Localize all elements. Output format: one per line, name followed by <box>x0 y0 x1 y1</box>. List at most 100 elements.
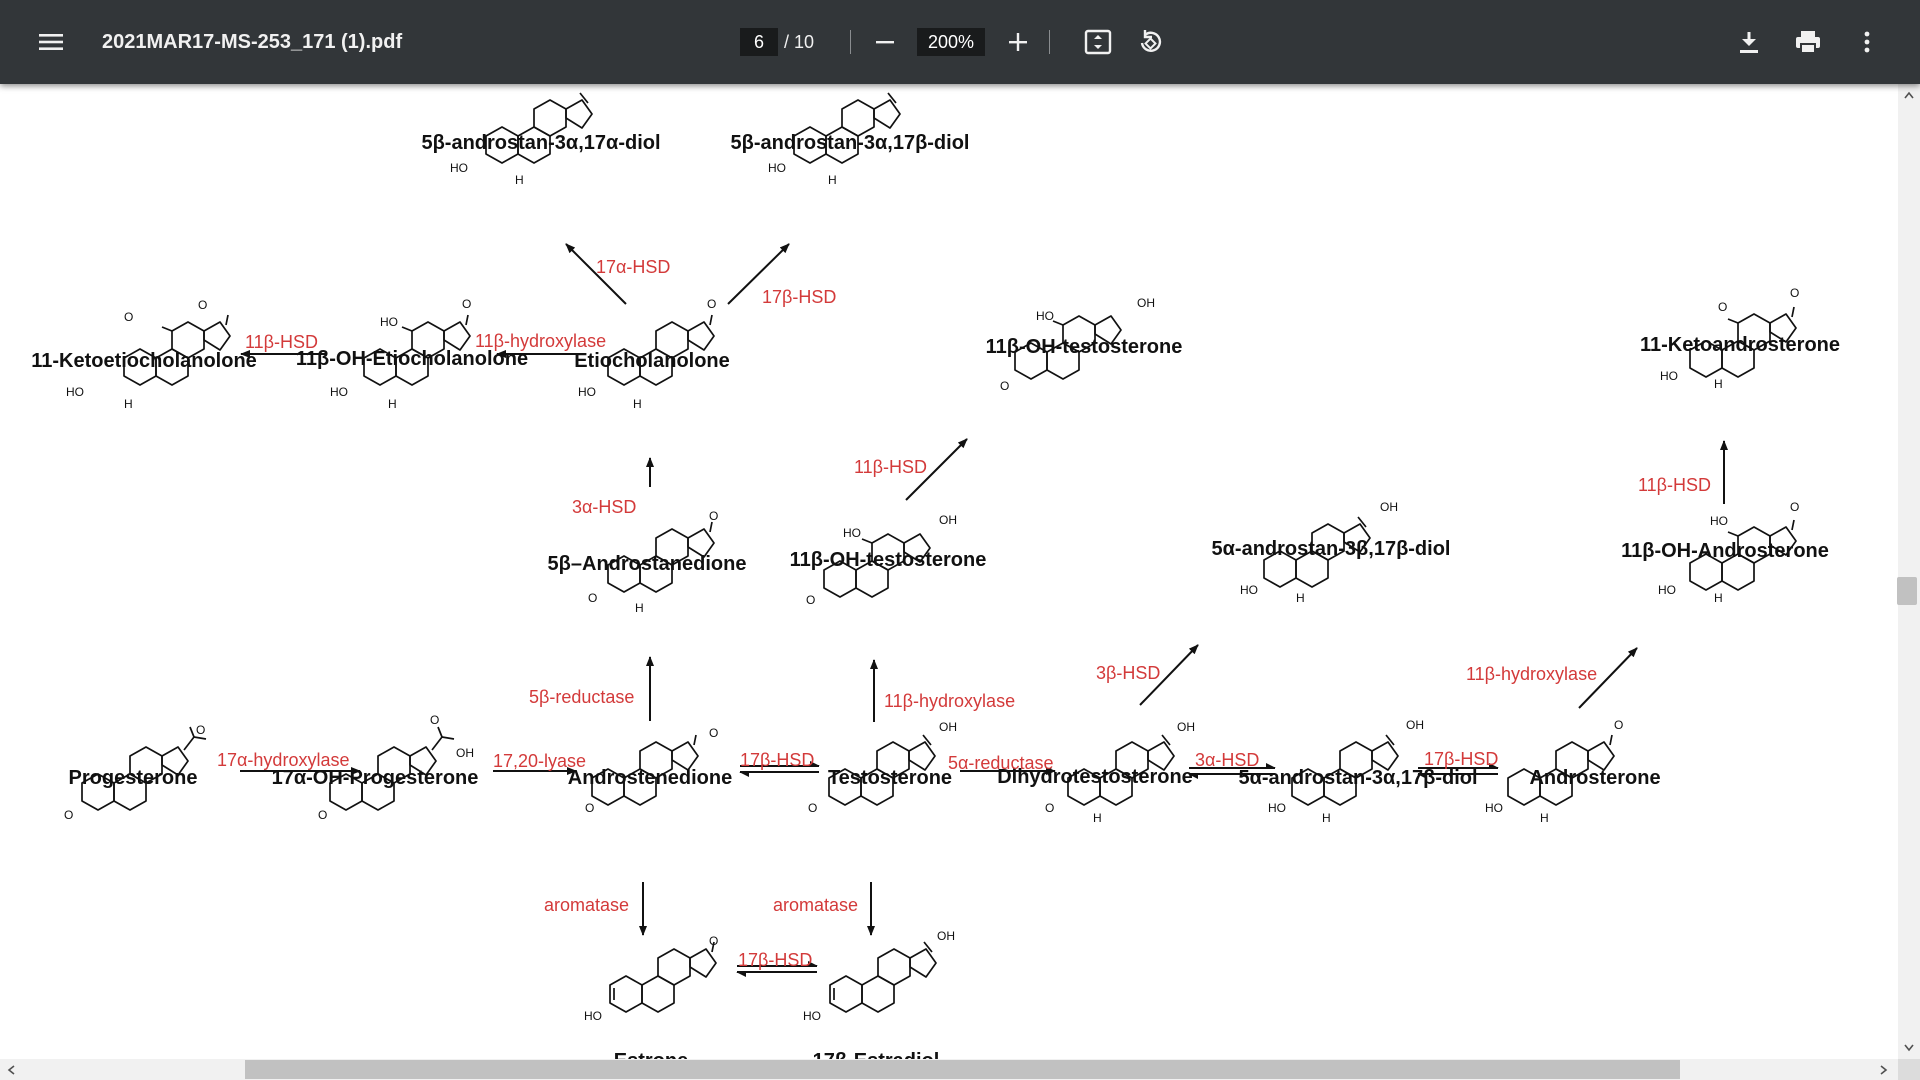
molecule-oh_andro: 11β-OH-Androsterone HO O HO H <box>1621 500 1829 605</box>
pdf-viewport[interactable]: 5β-androstan-3α,17α-diolOHHOH5β-androsta… <box>0 84 1898 1059</box>
molecule-prog: Progesterone O O <box>64 723 207 822</box>
atom-label: OH <box>1177 720 1195 734</box>
atom-label: O <box>430 713 439 727</box>
enzyme-label: 17β-HSD <box>762 287 836 307</box>
molecule-keto_andro: 11-Ketoandrosterone O O HO H <box>1640 286 1840 391</box>
reaction-r18: aromatase <box>544 882 647 936</box>
atom-label: O <box>318 808 327 822</box>
scroll-up-arrow[interactable] <box>1901 87 1917 103</box>
more-options-icon[interactable] <box>1843 18 1891 66</box>
molecule-a17b: 5β-androstan-3α,17β-diolOHHOH <box>731 92 969 187</box>
print-icon[interactable] <box>1784 18 1832 66</box>
compound-name: Etiocholanolone <box>574 350 730 372</box>
atom-label: HO <box>1485 801 1503 815</box>
atom-label: H <box>828 173 837 187</box>
atom-label: O <box>1718 300 1727 314</box>
atom-label: O <box>585 801 594 815</box>
atom-label: OH <box>1406 718 1424 732</box>
atom-label: HO <box>1036 309 1054 323</box>
atom-label: HO <box>1240 583 1258 597</box>
atom-label: HO <box>1710 514 1728 528</box>
atom-label: HO <box>330 385 348 399</box>
menu-icon[interactable] <box>27 18 75 66</box>
enzyme-label: 3α-HSD <box>572 497 636 517</box>
download-icon[interactable] <box>1725 18 1773 66</box>
compound-name: 11β-OH-testosterone <box>790 549 987 571</box>
enzyme-label: 11β-HSD <box>1638 475 1711 495</box>
compound-name: Estrone <box>614 1050 688 1059</box>
vertical-scrollbar[interactable] <box>1898 84 1920 1059</box>
molecule-dione: Androstenedione O O <box>568 726 732 815</box>
atom-label: HO <box>584 1009 602 1023</box>
atom-label: O <box>462 297 471 311</box>
atom-label: H <box>1714 591 1723 605</box>
molecule-testo: Testosterone OH O <box>808 720 957 815</box>
molecule-a3b17b: 5α-androstan-3β,17β-diol OH HO H <box>1212 500 1451 605</box>
atom-label: H <box>635 601 644 615</box>
molecule-oht_top: 11β-OH-testosterone HO OH O <box>986 296 1183 393</box>
enzyme-label: 17α-hydroxylase <box>217 750 349 770</box>
atom-label: O <box>1000 379 1009 393</box>
atom-label: O <box>588 591 597 605</box>
scroll-right-arrow[interactable] <box>1876 1062 1892 1078</box>
atom-label: O <box>1045 801 1054 815</box>
atom-label: O <box>1790 286 1799 300</box>
atom-label: O <box>124 310 133 324</box>
page-number-input[interactable]: 6 <box>740 28 778 56</box>
compound-name: 5α-androstan-3β,17β-diol <box>1212 538 1451 560</box>
reaction-r8: 5β-reductase <box>529 656 654 721</box>
atom-label: OH <box>939 513 957 527</box>
fit-page-icon[interactable] <box>1074 18 1122 66</box>
atom-label: O <box>808 801 817 815</box>
atom-label: HO <box>380 315 398 329</box>
enzyme-label: 17β-HSD <box>740 750 814 770</box>
rotate-icon[interactable] <box>1127 18 1175 66</box>
vertical-scroll-thumb[interactable] <box>1897 577 1917 605</box>
molecule-b_dione: 5β–Androstanedione O O H <box>548 509 747 615</box>
horizontal-scroll-thumb[interactable] <box>245 1060 1680 1079</box>
atom-label: O <box>196 723 205 737</box>
reaction-r1: 17α-HSD <box>565 243 670 305</box>
enzyme-label: aromatase <box>544 895 629 915</box>
reaction-r13: 17,20-lyase <box>493 751 586 775</box>
enzyme-label: 11β-hydroxylase <box>1466 664 1597 684</box>
atom-label: H <box>388 397 397 411</box>
scroll-left-arrow[interactable] <box>3 1062 19 1078</box>
molecule-a3a17b: 5α-androstan-3α,17β-diol OH HO H <box>1238 718 1477 825</box>
molecule-oht_mid: 11β-OH-testosterone HO OH O <box>790 513 987 607</box>
enzyme-label: 17,20-lyase <box>493 751 586 771</box>
compound-name: 17β-Estradiol <box>813 1050 940 1059</box>
atom-label: H <box>1540 811 1549 825</box>
atom-label: OH <box>1380 500 1398 514</box>
compound-name: 5α-androstan-3α,17β-diol <box>1238 767 1477 789</box>
enzyme-label: 17β-HSD <box>738 950 812 970</box>
reaction-r5: 3α-HSD <box>572 457 654 517</box>
reaction-r6: 11β-HSD <box>854 438 968 501</box>
zoom-in-icon[interactable] <box>994 18 1042 66</box>
scroll-down-arrow[interactable] <box>1901 1040 1917 1056</box>
molecule-andro: Androsterone O HO H <box>1485 718 1661 825</box>
enzyme-label: 5β-reductase <box>529 687 634 707</box>
molecule-etio: Etiocholanolone O HO H <box>574 297 730 411</box>
atom-label: O <box>64 808 73 822</box>
zoom-level-input[interactable]: 200% <box>917 28 985 56</box>
molecule-oh_etio: 11β-OH-Etiocholanolone HO O HO H <box>296 297 528 411</box>
compound-name: Androstenedione <box>568 767 732 789</box>
toolbar-divider <box>1049 30 1050 54</box>
atom-label: O <box>198 298 207 312</box>
toolbar-divider <box>850 30 851 54</box>
atom-label: O <box>709 509 718 523</box>
reaction-r20: 17β-HSD <box>736 950 818 977</box>
atom-label: H <box>633 397 642 411</box>
enzyme-label: 11β-hydroxylase <box>884 691 1015 711</box>
atom-label: HO <box>843 526 861 540</box>
atom-label: HO <box>803 1009 821 1023</box>
atom-label: OH <box>1137 296 1155 310</box>
zoom-out-icon[interactable] <box>861 18 909 66</box>
atom-label: O <box>709 726 718 740</box>
enzyme-label: aromatase <box>773 895 858 915</box>
reaction-r4: 11β-hydroxylase <box>475 331 606 358</box>
atom-label: HO <box>1660 369 1678 383</box>
reaction-r7: 11β-HSD <box>1638 440 1728 504</box>
atom-label: H <box>1322 811 1331 825</box>
